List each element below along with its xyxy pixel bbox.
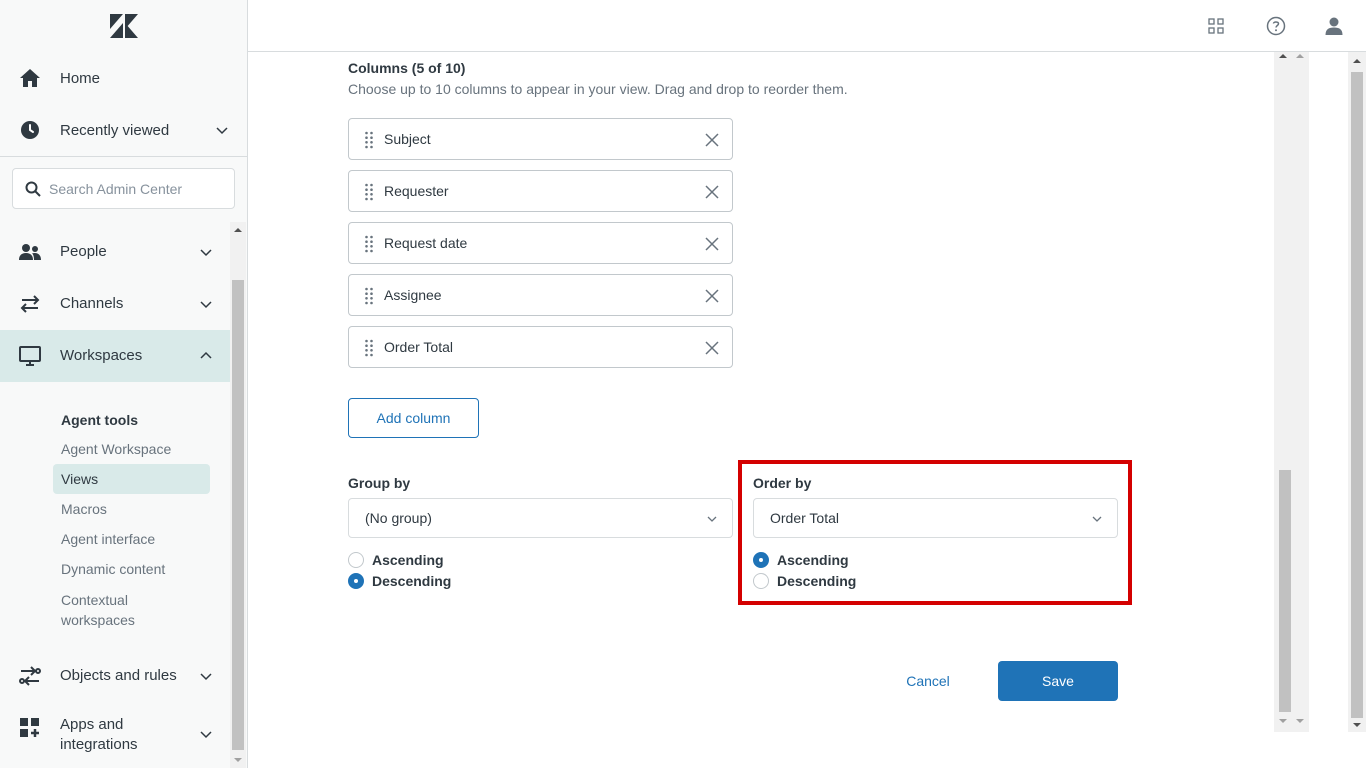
agent-tools-heading: Agent tools <box>61 412 138 428</box>
nav-recently-viewed-label: Recently viewed <box>60 121 170 139</box>
scroll-down-arrow-icon[interactable] <box>1295 717 1305 725</box>
column-name: Order Total <box>384 339 453 355</box>
nav-home[interactable]: Home <box>0 52 248 104</box>
sidebar-item-workspaces-label: Workspaces <box>60 347 143 364</box>
add-column-button[interactable]: Add column <box>348 398 479 438</box>
monitor-icon <box>19 346 41 366</box>
scroll-down-arrow-icon[interactable] <box>1278 717 1288 725</box>
main-content: Columns (5 of 10) Choose up to 10 column… <box>248 52 1274 768</box>
drag-handle-icon[interactable] <box>364 235 374 253</box>
people-icon <box>19 244 41 260</box>
sidebar-item-people[interactable]: People <box>0 226 230 278</box>
group-by-label: Group by <box>348 475 411 491</box>
drag-handle-icon[interactable] <box>364 183 374 201</box>
drag-handle-icon[interactable] <box>364 339 374 357</box>
radio-button[interactable] <box>348 552 364 568</box>
column-name: Subject <box>384 131 431 147</box>
sidebar-item-apps-label-2: integrations <box>60 736 138 753</box>
scroll-down-arrow-icon[interactable] <box>1352 721 1362 729</box>
scroll-down-arrow-icon[interactable] <box>233 756 243 764</box>
drag-handle-icon[interactable] <box>364 287 374 305</box>
remove-column-icon[interactable] <box>704 236 720 252</box>
group-by-select[interactable]: (No group) <box>348 498 733 538</box>
chevron-down-icon <box>216 127 228 135</box>
chevron-down-icon <box>200 249 212 257</box>
search-input[interactable] <box>49 177 229 201</box>
chevron-down-icon <box>707 516 717 522</box>
content-scrollbar-thumb[interactable] <box>1279 470 1291 712</box>
clock-icon <box>21 121 39 139</box>
nav-home-label: Home <box>60 69 101 87</box>
apps-grid-plus-icon <box>20 718 39 737</box>
home-icon <box>20 69 40 87</box>
columns-hint: Choose up to 10 columns to appear in you… <box>348 81 848 97</box>
search-box[interactable] <box>12 168 235 209</box>
scroll-up-arrow-icon[interactable] <box>233 226 243 234</box>
sidebar-subitem-macros[interactable]: Macros <box>53 494 210 524</box>
column-row[interactable]: Requester <box>348 170 733 212</box>
search-icon <box>25 181 41 197</box>
remove-column-icon[interactable] <box>704 288 720 304</box>
drag-handle-icon[interactable] <box>364 131 374 149</box>
sidebar-subitem-views[interactable]: Views <box>53 464 210 494</box>
group-by-value: (No group) <box>365 510 432 526</box>
column-name: Request date <box>384 235 468 251</box>
save-button[interactable]: Save <box>998 661 1118 701</box>
radio-label: Descending <box>372 573 452 589</box>
sidebar-item-people-label: People <box>60 243 107 260</box>
sidebar-item-apps-label-1: Apps and <box>60 716 124 733</box>
cancel-button[interactable]: Cancel <box>888 661 968 701</box>
sidebar: Home Recently viewed People Channels Wor… <box>0 0 248 768</box>
column-name: Requester <box>384 183 449 199</box>
scroll-up-arrow-icon[interactable] <box>1278 52 1288 60</box>
sidebar-subitem-agent-interface[interactable]: Agent interface <box>53 524 210 554</box>
sidebar-subitem-dynamic-content[interactable]: Dynamic content <box>53 554 210 584</box>
sidebar-scroll-area: People Channels Workspaces Agent tools A… <box>0 222 248 768</box>
chevron-down-icon <box>200 673 212 681</box>
scroll-up-arrow-icon[interactable] <box>1295 52 1305 60</box>
group-by-descending-radio[interactable]: Descending <box>348 571 451 591</box>
page-scrollbar-thumb[interactable] <box>1351 72 1363 718</box>
sidebar-item-objects-label: Objects and rules <box>60 667 177 684</box>
sidebar-divider <box>0 156 248 157</box>
column-name: Assignee <box>384 287 442 303</box>
remove-column-icon[interactable] <box>704 132 720 148</box>
top-header <box>248 0 1366 52</box>
remove-column-icon[interactable] <box>704 340 720 356</box>
radio-button-checked[interactable] <box>348 573 364 589</box>
chevron-down-icon <box>200 301 212 309</box>
sidebar-item-channels[interactable]: Channels <box>0 278 230 330</box>
column-row[interactable]: Assignee <box>348 274 733 316</box>
sidebar-item-objects-and-rules[interactable]: Objects and rules <box>0 650 230 702</box>
radio-label: Ascending <box>372 552 444 568</box>
scroll-up-arrow-icon[interactable] <box>1352 57 1362 65</box>
sidebar-subitem-agent-workspace[interactable]: Agent Workspace <box>53 434 210 464</box>
user-icon[interactable] <box>1324 16 1344 36</box>
column-row[interactable]: Subject <box>348 118 733 160</box>
group-by-ascending-radio[interactable]: Ascending <box>348 550 444 570</box>
objects-rules-icon <box>19 666 41 686</box>
channels-arrows-icon <box>20 295 40 313</box>
zendesk-logo-icon[interactable] <box>110 14 138 38</box>
nav-recently-viewed[interactable]: Recently viewed <box>0 104 248 156</box>
highlight-box <box>738 460 1132 605</box>
sidebar-scrollbar-thumb[interactable] <box>232 280 244 750</box>
sidebar-subitem-contextual-workspaces[interactable]: Contextual workspaces <box>53 586 183 632</box>
help-icon[interactable] <box>1266 16 1286 36</box>
sidebar-item-workspaces[interactable]: Workspaces <box>0 330 230 382</box>
column-row[interactable]: Order Total <box>348 326 733 368</box>
chevron-down-icon <box>200 731 212 739</box>
sidebar-item-apps-integrations[interactable]: Apps and integrations <box>0 710 230 766</box>
chevron-up-icon <box>200 351 212 359</box>
column-row[interactable]: Request date <box>348 222 733 264</box>
products-grid-icon[interactable] <box>1206 16 1226 36</box>
columns-title: Columns (5 of 10) <box>348 60 466 76</box>
remove-column-icon[interactable] <box>704 184 720 200</box>
sidebar-item-channels-label: Channels <box>60 295 124 312</box>
